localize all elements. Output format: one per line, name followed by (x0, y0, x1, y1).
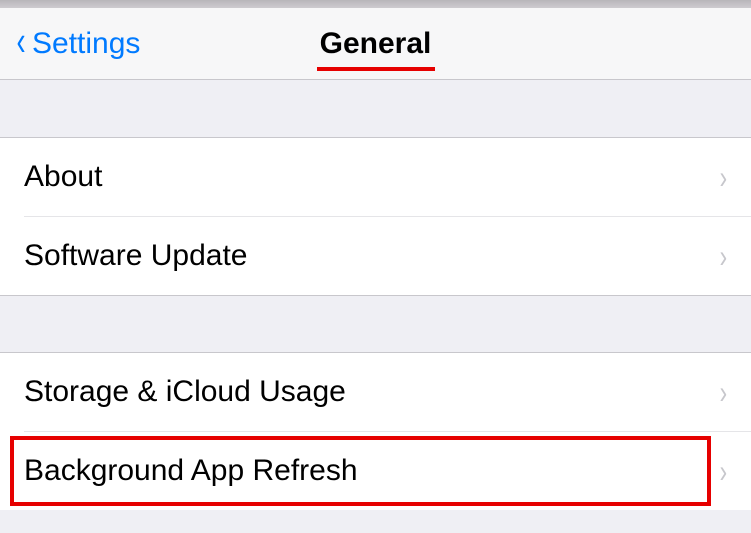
chevron-left-icon: ‹ (16, 20, 25, 62)
title-underline-annotation (317, 67, 435, 71)
navbar: ‹ Settings General (0, 8, 751, 80)
row-software-update[interactable]: Software Update › (0, 217, 751, 295)
settings-group-1: About › Software Update › (0, 138, 751, 295)
section-spacer (0, 295, 751, 353)
row-label: Storage & iCloud Usage (24, 375, 718, 409)
row-label: Software Update (24, 239, 718, 273)
section-spacer (0, 80, 751, 138)
back-button[interactable]: ‹ Settings (0, 26, 140, 62)
back-label: Settings (32, 27, 140, 61)
row-label: Background App Refresh (24, 454, 718, 488)
chevron-right-icon: › (720, 238, 727, 275)
chevron-right-icon: › (720, 159, 727, 196)
page-title: General (320, 27, 432, 61)
row-storage-icloud-usage[interactable]: Storage & iCloud Usage › (0, 353, 751, 431)
row-background-app-refresh[interactable]: Background App Refresh › (0, 432, 751, 510)
settings-group-2: Storage & iCloud Usage › Background App … (0, 353, 751, 510)
top-shadow (0, 0, 751, 8)
row-label: About (24, 160, 718, 194)
chevron-right-icon: › (720, 374, 727, 411)
row-about[interactable]: About › (0, 138, 751, 216)
chevron-right-icon: › (720, 453, 727, 490)
